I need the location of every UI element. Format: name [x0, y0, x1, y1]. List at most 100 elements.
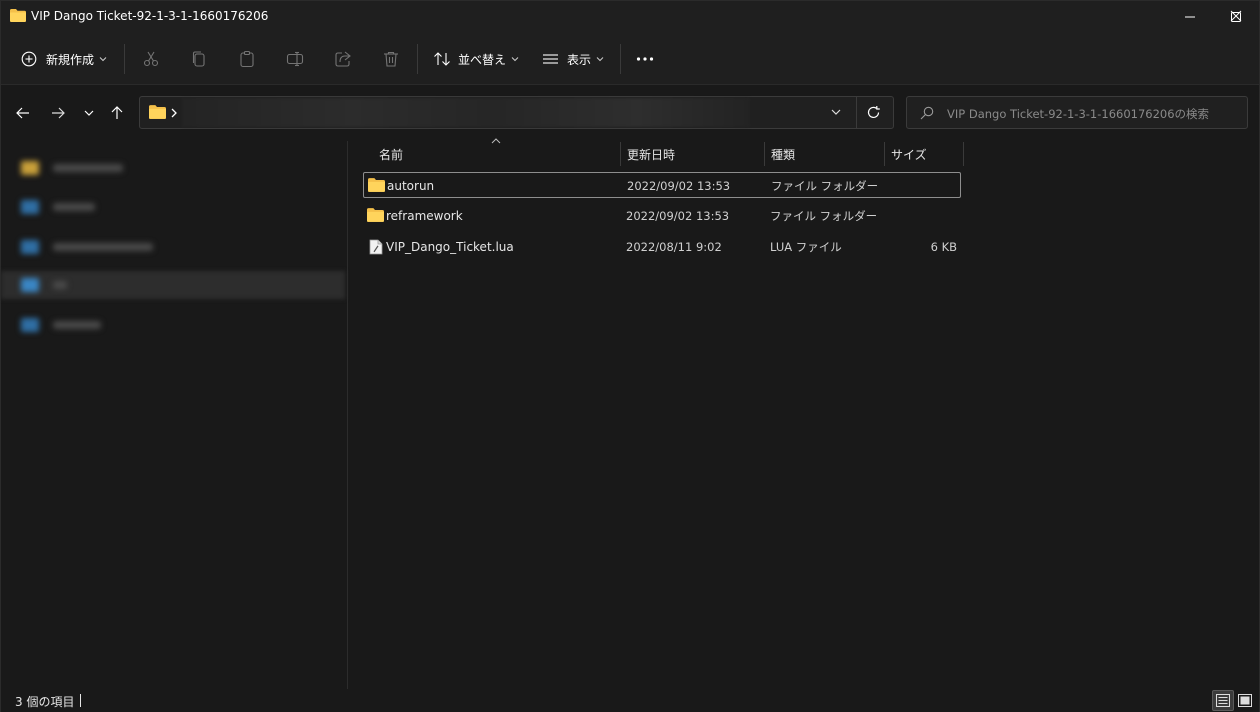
pc-icon: [21, 278, 39, 292]
pane-splitter[interactable]: [347, 141, 348, 689]
address-divider: [856, 97, 857, 128]
folder-icon: [21, 161, 39, 175]
title-bar: VIP Dango Ticket-92-1-3-1-1660176206: [1, 1, 1259, 33]
column-divider[interactable]: [884, 142, 885, 166]
status-divider: [80, 694, 81, 707]
plus-circle-icon: [21, 51, 37, 67]
new-button-label: 新規作成: [46, 52, 95, 67]
delete-button[interactable]: [382, 43, 400, 75]
column-divider[interactable]: [620, 142, 621, 166]
nav-item-redacted[interactable]: [21, 272, 67, 298]
details-view-button[interactable]: [1212, 690, 1234, 711]
file-type: ファイル フォルダー: [771, 179, 879, 193]
forward-button[interactable]: [46, 101, 70, 125]
sort-button[interactable]: 並べ替え: [433, 43, 519, 75]
nav-item-label-redacted: [53, 281, 67, 289]
file-explorer-window: VIP Dango Ticket-92-1-3-1-1660176206 新規作…: [0, 0, 1260, 712]
file-name: reframework: [386, 209, 463, 223]
cut-button[interactable]: [142, 43, 160, 75]
share-button[interactable]: [334, 43, 352, 75]
more-dots-icon: [636, 57, 654, 61]
minimize-button[interactable]: [1167, 1, 1213, 33]
nav-item-redacted[interactable]: [21, 234, 153, 260]
sort-button-label: 並べ替え: [458, 52, 507, 67]
chevron-down-icon: [511, 57, 519, 62]
details-view-icon: [1216, 694, 1230, 707]
rename-icon: [286, 51, 304, 67]
view-button[interactable]: 表示: [542, 43, 604, 75]
sort-ascending-icon: [491, 138, 501, 144]
chevron-down-icon[interactable]: [830, 105, 842, 119]
copy-icon: [192, 51, 205, 67]
column-header-type[interactable]: 種類: [771, 142, 795, 166]
folder-icon: [367, 208, 384, 222]
drive-icon: [21, 240, 39, 254]
column-header-name[interactable]: 名前: [379, 142, 403, 166]
column-divider[interactable]: [963, 142, 964, 166]
sort-arrows-icon: [434, 52, 450, 66]
minimize-icon: [1185, 16, 1195, 18]
window-title: VIP Dango Ticket-92-1-3-1-1660176206: [31, 9, 269, 23]
address-bar[interactable]: [139, 96, 894, 129]
search-icon: [920, 106, 934, 120]
folder-icon: [149, 105, 166, 119]
lua-file-icon: [369, 239, 383, 255]
breadcrumb-path-redacted[interactable]: [182, 98, 750, 127]
chevron-down-icon: [99, 57, 107, 62]
file-modified: 2022/09/02 13:53: [626, 209, 730, 223]
chevron-down-icon: [596, 57, 604, 62]
close-icon: [1230, 10, 1242, 22]
large-icons-view-button[interactable]: [1234, 690, 1256, 711]
folder-icon: [368, 178, 385, 192]
column-header-size[interactable]: サイズ: [891, 142, 927, 166]
up-button[interactable]: [105, 101, 129, 125]
large-icons-view-icon: [1238, 694, 1252, 707]
file-size: 6 KB: [930, 240, 957, 254]
nav-item-label-redacted: [53, 321, 101, 329]
refresh-icon[interactable]: [866, 105, 881, 120]
folder-icon: [10, 9, 26, 22]
copy-button[interactable]: [190, 43, 208, 75]
nav-item-label-redacted: [53, 203, 95, 211]
view-button-label: 表示: [567, 52, 592, 67]
paste-button[interactable]: [238, 43, 256, 75]
file-name: VIP_Dango_Ticket.lua: [386, 240, 514, 254]
drive-icon: [21, 200, 39, 214]
back-button[interactable]: [11, 101, 35, 125]
file-type: LUA ファイル: [770, 240, 842, 254]
file-row[interactable]: autorun 2022/09/02 13:53 ファイル フォルダー: [363, 172, 961, 198]
nav-item-label-redacted: [53, 164, 123, 172]
chevron-down-icon: [84, 110, 94, 116]
toolbar-divider: [124, 44, 125, 74]
file-type: ファイル フォルダー: [770, 209, 878, 223]
command-bar: 新規作成 並べ替え 表示: [1, 33, 1259, 85]
network-icon: [21, 318, 39, 332]
file-row[interactable]: VIP_Dango_Ticket.lua 2022/08/11 9:02 LUA…: [363, 234, 961, 260]
rename-button[interactable]: [286, 43, 304, 75]
file-row[interactable]: reframework 2022/09/02 13:53 ファイル フォルダー: [363, 203, 961, 229]
nav-item-redacted[interactable]: [21, 312, 101, 338]
file-modified: 2022/08/11 9:02: [626, 240, 722, 254]
toolbar-divider: [620, 44, 621, 74]
trash-icon: [384, 51, 398, 67]
column-divider[interactable]: [764, 142, 765, 166]
search-placeholder: VIP Dango Ticket-92-1-3-1-1660176206の検索: [947, 107, 1210, 121]
navigation-pane: [1, 141, 347, 689]
more-options-button[interactable]: [636, 43, 654, 75]
close-button-glyph[interactable]: [1213, 0, 1259, 32]
list-view-icon: [543, 54, 558, 64]
scissors-icon: [143, 51, 159, 67]
arrow-left-icon: [16, 107, 29, 119]
new-button[interactable]: 新規作成: [21, 43, 107, 75]
nav-item-redacted[interactable]: [21, 194, 95, 220]
nav-item-label-redacted: [53, 243, 153, 251]
share-icon: [335, 51, 351, 67]
arrow-right-icon: [52, 107, 65, 119]
search-box[interactable]: VIP Dango Ticket-92-1-3-1-1660176206の検索: [906, 96, 1248, 129]
file-name: autorun: [387, 179, 435, 193]
column-header-modified[interactable]: 更新日時: [627, 142, 675, 166]
nav-item-redacted[interactable]: [21, 155, 123, 181]
recent-locations-button[interactable]: [77, 101, 101, 125]
breadcrumb-chevron-icon[interactable]: [170, 106, 178, 120]
file-modified: 2022/09/02 13:53: [627, 179, 731, 193]
